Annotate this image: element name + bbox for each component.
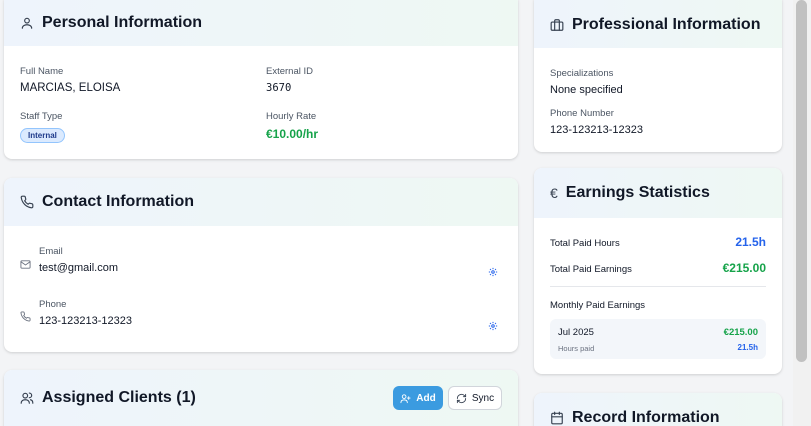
briefcase-icon — [550, 19, 564, 31]
external-id-value: 3670 — [266, 82, 292, 94]
sync-clients-button[interactable]: Sync — [448, 386, 502, 410]
contact-info-header: Contact Information — [4, 178, 518, 226]
assigned-clients-card: Assigned Clients (1) Add Sync — [4, 370, 518, 426]
total-hours-label: Total Paid Hours — [550, 238, 620, 249]
phone-label: Phone — [39, 299, 67, 310]
calendar-icon — [551, 411, 563, 425]
user-plus-icon — [400, 393, 411, 403]
total-earnings-label: Total Paid Earnings — [550, 264, 632, 275]
divider — [550, 286, 766, 287]
refresh-icon — [456, 393, 466, 403]
record-info-card: Record Information — [534, 393, 782, 426]
hourly-rate-label: Hourly Rate — [266, 111, 317, 122]
specializations-value: None specified — [550, 84, 623, 96]
phone-icon — [20, 311, 31, 322]
specializations-field: Specializations None specified — [550, 68, 623, 96]
specializations-label: Specializations — [550, 68, 614, 79]
assigned-clients-title: Assigned Clients (1) — [42, 389, 196, 406]
full-name-label: Full Name — [20, 66, 64, 77]
mail-icon — [20, 260, 31, 269]
euro-icon: € — [550, 185, 558, 201]
full-name-value: MARCIAS, ELOISA — [20, 82, 121, 94]
users-icon — [20, 392, 34, 404]
full-name-field: Full Name MARCIAS, ELOISA — [20, 66, 120, 94]
earnings-stats-card: € Earnings Statistics Total Paid Hours 2… — [534, 168, 782, 374]
hourly-rate-value: €10.00/hr — [266, 127, 319, 141]
gear-icon[interactable] — [488, 321, 498, 331]
monthly-earnings-row: Jul 2025 €215.00 Hours paid 21.5h — [550, 319, 766, 359]
gear-icon[interactable] — [488, 267, 498, 277]
month-label: Jul 2025 — [558, 327, 594, 338]
email-label: Email — [39, 246, 63, 257]
earnings-stats-title: Earnings Statistics — [565, 184, 710, 201]
hourly-rate-field: Hourly Rate €10.00/hr — [266, 111, 318, 141]
external-id-field: External ID 3670 — [266, 66, 313, 94]
email-field: Email test@gmail.com — [39, 246, 118, 274]
phone-number-value: 123-123213-12323 — [550, 124, 643, 136]
personal-info-title: Personal Information — [42, 14, 203, 31]
phone-icon — [20, 195, 34, 209]
sync-clients-label: Sync — [471, 392, 495, 404]
record-info-title: Record Information — [572, 409, 720, 426]
professional-info-title: Professional Information — [572, 16, 761, 33]
add-client-label: Add — [416, 392, 436, 404]
earnings-stats-header: € Earnings Statistics — [534, 168, 782, 218]
professional-info-header: Professional Information — [534, 0, 782, 48]
staff-type-label: Staff Type — [20, 111, 63, 122]
hours-paid-label: Hours paid — [558, 344, 595, 353]
contact-info-title: Contact Information — [42, 193, 194, 210]
total-hours-value: 21.5h — [735, 235, 766, 249]
email-value[interactable]: test@gmail.com — [39, 262, 118, 274]
user-icon — [21, 17, 33, 29]
personal-info-card: Personal Information Full Name MARCIAS, … — [4, 0, 518, 159]
month-amount: €215.00 — [723, 327, 758, 338]
total-earnings-value: €215.00 — [722, 261, 766, 275]
add-client-button[interactable]: Add — [393, 386, 443, 410]
hours-paid-value: 21.5h — [737, 343, 758, 352]
phone-number-field: Phone Number 123-123213-12323 — [550, 108, 643, 136]
external-id-label: External ID — [266, 66, 313, 77]
scrollbar-thumb[interactable] — [796, 0, 807, 362]
phone-field: Phone 123-123213-12323 — [39, 299, 132, 327]
phone-value[interactable]: 123-123213-12323 — [39, 315, 132, 327]
staff-type-badge: Internal — [20, 128, 65, 143]
phone-number-label: Phone Number — [550, 108, 614, 119]
personal-info-header: Personal Information — [4, 0, 518, 46]
professional-info-card: Professional Information Specializations… — [534, 0, 782, 152]
contact-info-card: Contact Information Email test@gmail.com… — [4, 178, 518, 352]
record-info-header: Record Information — [534, 393, 782, 426]
staff-type-field: Staff Type Internal — [20, 111, 65, 143]
monthly-earnings-label: Monthly Paid Earnings — [550, 300, 646, 311]
